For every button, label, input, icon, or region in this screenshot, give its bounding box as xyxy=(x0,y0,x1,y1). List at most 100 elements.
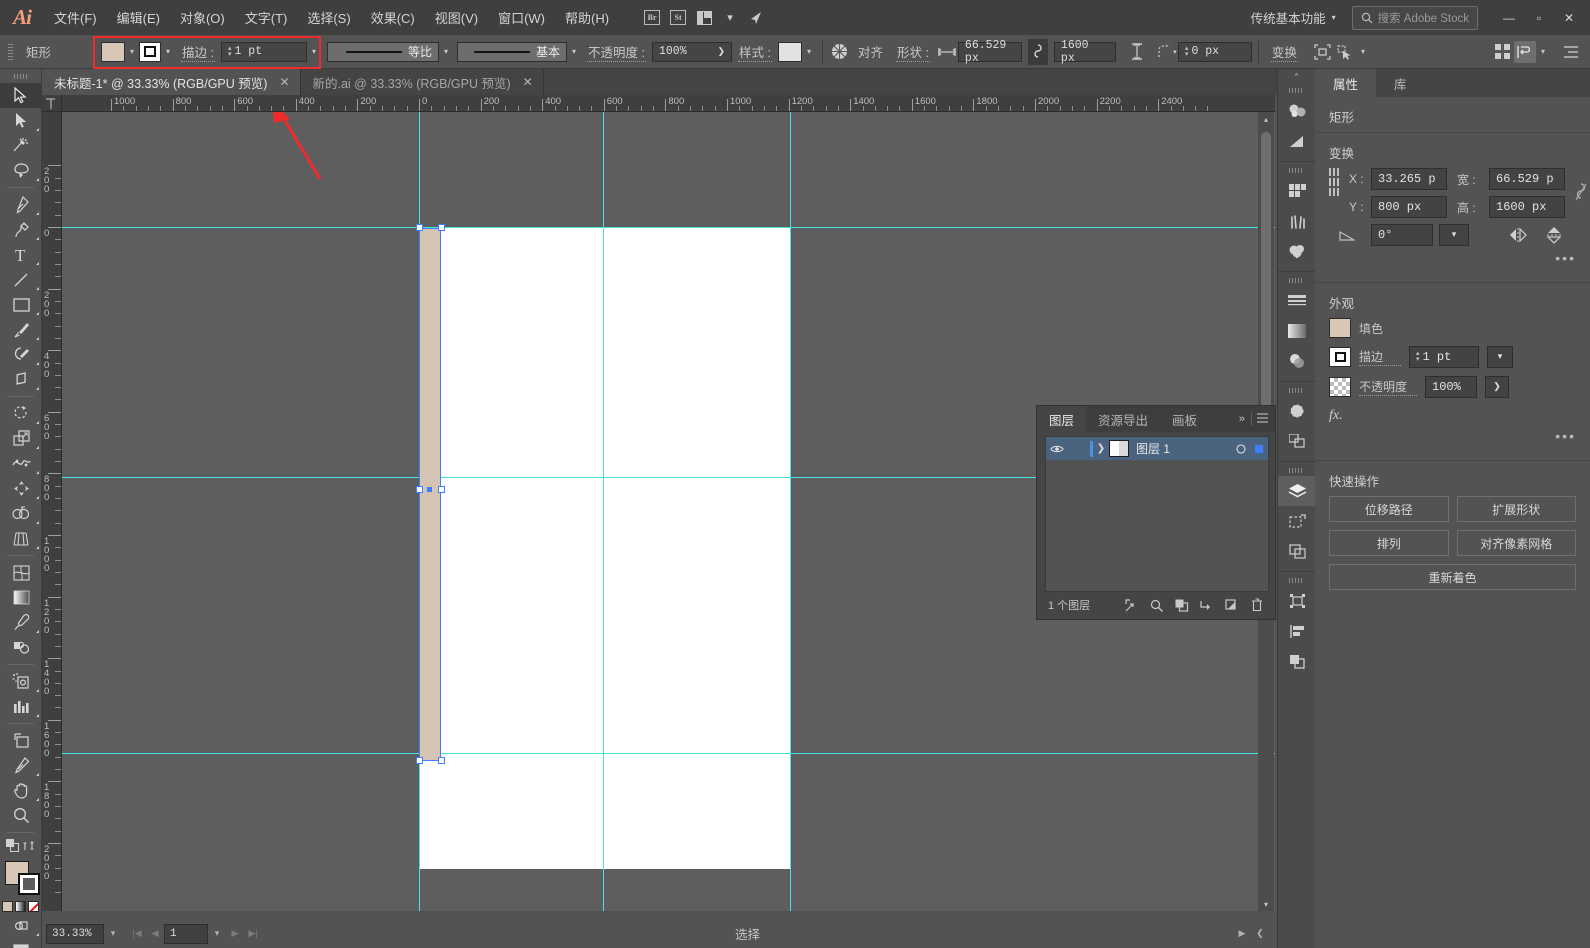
stroke-profile-chevron-down-icon[interactable]: ▾ xyxy=(439,47,453,56)
free-transform-tool[interactable] xyxy=(0,476,42,501)
type-tool[interactable]: T xyxy=(0,242,42,267)
chevron-right-icon[interactable]: ❯ xyxy=(1093,443,1109,454)
fx-button[interactable]: fx. xyxy=(1329,408,1343,423)
first-artboard-button[interactable]: |◀ xyxy=(128,924,146,944)
preferences-icon[interactable] xyxy=(1513,40,1536,63)
scroll-up-icon[interactable]: ▴ xyxy=(1258,112,1274,126)
tool-flyout-indicator[interactable] xyxy=(36,387,39,390)
more-options-icon[interactable] xyxy=(1560,41,1582,63)
screen-mode-icon[interactable] xyxy=(0,938,42,948)
flip-horizontal-icon[interactable] xyxy=(1503,227,1533,243)
isolate-selected-object-icon[interactable] xyxy=(1312,41,1334,63)
paintbrush-tool[interactable] xyxy=(0,317,42,342)
curvature-tool[interactable] xyxy=(0,217,42,242)
blend-tool[interactable] xyxy=(0,635,42,660)
brushes-panel-icon[interactable] xyxy=(1278,206,1316,236)
artboards-panel-icon[interactable] xyxy=(1278,506,1316,536)
menu-edit[interactable]: 编辑(E) xyxy=(107,0,170,35)
color-button[interactable] xyxy=(2,900,13,912)
corner-radius-input[interactable]: ▴ ▾ 0 px xyxy=(1177,41,1252,62)
selection-center-point[interactable] xyxy=(427,487,432,492)
fill-color-swatch[interactable] xyxy=(101,41,125,62)
default-fill-stroke-icon[interactable] xyxy=(6,839,19,857)
graphic-style-swatch[interactable] xyxy=(777,41,802,62)
tab-asset-export[interactable]: 资源导出 xyxy=(1086,406,1160,432)
selection-handle-bottom-left[interactable] xyxy=(416,757,423,764)
rectangle-tool[interactable] xyxy=(0,292,42,317)
selection-handle-top-left[interactable] xyxy=(416,224,423,231)
ruler-origin[interactable] xyxy=(42,95,62,112)
drawing-modes-icon[interactable] xyxy=(0,913,42,938)
shape-builder-tool[interactable] xyxy=(0,501,42,526)
status-indicator-text[interactable]: 选择 xyxy=(262,924,1233,943)
dock-group-grip[interactable] xyxy=(1278,385,1315,396)
perspective-grid-tool[interactable] xyxy=(0,526,42,551)
rotate-tool[interactable] xyxy=(0,401,42,426)
stroke-color-swatch[interactable] xyxy=(139,41,162,62)
tool-flyout-indicator[interactable] xyxy=(36,128,39,131)
expand-shape-button[interactable]: 扩展形状 xyxy=(1456,496,1576,522)
previous-artboard-button[interactable]: ◀ xyxy=(146,924,164,944)
tool-flyout-indicator[interactable] xyxy=(36,933,39,936)
style-chevron-down-icon[interactable]: ▾ xyxy=(802,47,816,56)
tool-flyout-indicator[interactable] xyxy=(36,798,39,801)
artboard-number-input[interactable]: 1 xyxy=(164,923,208,944)
opacity-expand-icon[interactable]: ❯ xyxy=(1485,376,1509,398)
tab-artboards[interactable]: 画板 xyxy=(1160,406,1209,432)
tool-flyout-indicator[interactable] xyxy=(36,287,39,290)
arrange-button[interactable]: 排列 xyxy=(1329,530,1449,556)
guide-vertical-center[interactable] xyxy=(603,112,604,911)
dock-group-grip[interactable] xyxy=(1278,575,1315,586)
constrain-proportions-icon[interactable] xyxy=(1027,38,1048,65)
transform-button[interactable]: 变换 xyxy=(1270,42,1298,62)
menu-type[interactable]: 文字(T) xyxy=(235,0,298,35)
new-sublayer-icon[interactable] xyxy=(1219,598,1244,612)
close-icon[interactable]: ✕ xyxy=(279,75,289,89)
appearance-opacity-swatch[interactable] xyxy=(1329,377,1351,397)
selection-handle-bottom-right[interactable] xyxy=(438,757,445,764)
tool-flyout-indicator[interactable] xyxy=(36,546,39,549)
search-adobe-stock[interactable]: 搜索 Adobe Stock xyxy=(1351,5,1478,30)
corner-radius-icon[interactable]: ▾ xyxy=(1156,41,1178,63)
tool-flyout-indicator[interactable] xyxy=(36,362,39,365)
home-screen-icon[interactable] xyxy=(743,0,769,35)
rotation-chevron-down-icon[interactable]: ▾ xyxy=(1439,224,1469,246)
status-collapse-icon[interactable]: ❮ xyxy=(1251,924,1269,944)
stroke-panel-icon[interactable] xyxy=(1278,286,1316,316)
table-row[interactable]: ❯ 图层 1 xyxy=(1046,437,1268,460)
select-similar-objects-icon[interactable] xyxy=(1334,41,1356,63)
tool-flyout-indicator[interactable] xyxy=(36,714,39,717)
locate-object-icon[interactable] xyxy=(1119,598,1144,612)
tool-flyout-indicator[interactable] xyxy=(36,178,39,181)
brush-definition-chevron-down-icon[interactable]: ▾ xyxy=(567,47,581,56)
guide-horizontal-bottom[interactable] xyxy=(62,753,1275,754)
next-artboard-button[interactable]: ▶ xyxy=(226,924,244,944)
menu-help[interactable]: 帮助(H) xyxy=(555,0,619,35)
tool-flyout-indicator[interactable] xyxy=(36,312,39,315)
transparency-panel-icon[interactable] xyxy=(1278,346,1316,376)
width-tool[interactable] xyxy=(0,451,42,476)
gradient-tool[interactable] xyxy=(0,585,42,610)
fill-chevron-down-icon[interactable]: ▾ xyxy=(125,47,139,56)
appearance-fill-swatch[interactable] xyxy=(1329,318,1351,338)
tool-flyout-indicator[interactable] xyxy=(36,689,39,692)
hand-tool[interactable] xyxy=(0,778,42,803)
fill-stroke-indicator[interactable] xyxy=(0,859,41,899)
align-panel-icon[interactable] xyxy=(1278,616,1316,646)
appearance-more-options[interactable]: ••• xyxy=(1315,428,1590,452)
panel-menu-icon[interactable] xyxy=(1252,412,1275,426)
preferences-chevron-down-icon[interactable]: ▾ xyxy=(1536,47,1550,56)
stroke-chevron-down-icon[interactable]: ▾ xyxy=(161,47,175,56)
document-tab-2[interactable]: 新的.ai @ 33.33% (RGB/GPU 预览) ✕ xyxy=(301,69,544,95)
tab-layers[interactable]: 图层 xyxy=(1037,406,1087,432)
y-input[interactable]: 800 px xyxy=(1371,196,1447,218)
constrain-proportions-icon[interactable] xyxy=(1575,168,1587,202)
vertical-ruler[interactable]: 200 0 200 400 600 800 1000 1200 1400 1600 1800 2000 xyxy=(42,112,62,911)
menu-file[interactable]: 文件(F) xyxy=(44,0,107,35)
layers-panel[interactable]: 图层 资源导出 画板 » ❯ 图层 1 1 个图层 xyxy=(1036,405,1276,620)
artboard-chevron-down-icon[interactable]: ▾ xyxy=(208,924,226,944)
maximize-button[interactable]: ▫ xyxy=(1524,6,1554,30)
menu-view[interactable]: 视图(V) xyxy=(425,0,488,35)
tool-flyout-indicator[interactable] xyxy=(36,212,39,215)
symbols-panel-icon[interactable] xyxy=(1278,236,1316,266)
